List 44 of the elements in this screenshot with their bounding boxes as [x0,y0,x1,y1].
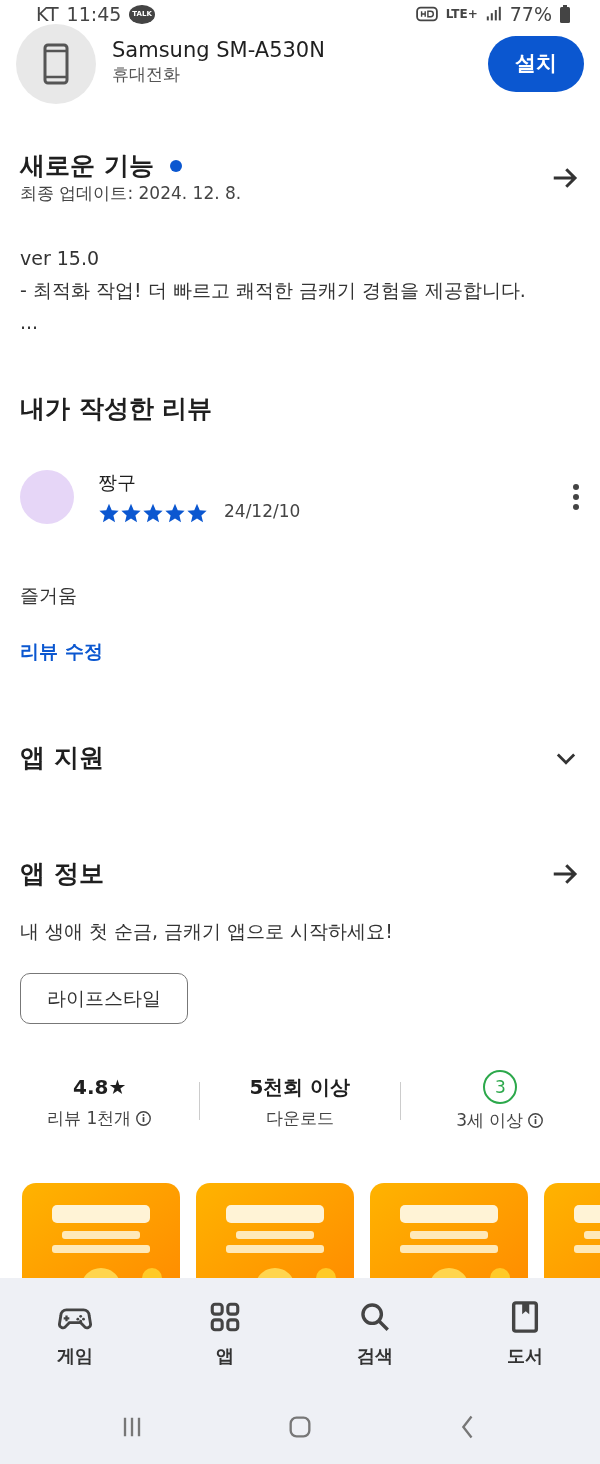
section-title: 앱 정보 [20,859,104,889]
section-title: 앱 지원 [20,743,104,773]
phone-icon [43,42,69,85]
new-indicator-dot [169,159,182,172]
nav-tab[interactable]: 앱 [165,1298,285,1370]
section-title: 내가 작성한 리뷰 [20,394,214,424]
review-date: 24/12/10 [224,499,301,523]
star-icon [120,502,142,524]
device-name: Samsung SM-A530N [112,39,326,63]
network-label: LTE+ [445,6,478,24]
hd-call-icon [415,5,438,24]
install-button[interactable]: 설치 [488,35,584,92]
stat-label: 리뷰 1천개 [47,1106,132,1130]
stat-label: 다운로드 [266,1106,334,1130]
release-note-line: - 최적화 작업! 더 빠르고 쾌적한 금캐기 경험을 제공합니다. [20,278,527,303]
age-rating-badge: 3 [483,1069,518,1104]
star-icon [186,502,208,524]
nav-tab[interactable]: 검색 [315,1298,435,1370]
star-icon [98,502,120,524]
star-icon [164,502,186,524]
stat-value: 5천회 이상 [248,1073,352,1101]
release-note-line: ... [20,310,40,335]
section-title: 새로운 기능 [20,150,154,181]
device-type: 휴대전화 [112,63,181,87]
stat-label: 3세 이상 [456,1108,524,1132]
review-text: 즐거움 [20,582,78,608]
edit-review-link[interactable]: 리뷰 수정 [20,636,103,665]
update-date: 최종 업데이트: 2024. 12. 8. [20,181,243,205]
avatar [20,470,74,525]
reviewer-name: 짱구 [98,470,137,495]
battery-icon [560,5,570,24]
info-icon[interactable] [135,1109,153,1127]
stat-value: 4.8★ [72,1073,128,1101]
star-icon [142,502,164,524]
more-options-icon[interactable] [572,483,580,512]
battery-percent: 77% [509,2,552,27]
clock: 11:45 [66,2,122,27]
release-note-line: ver 15.0 [20,246,101,271]
info-icon[interactable] [527,1111,545,1129]
carrier-label: KT [36,2,59,27]
nav-tab[interactable]: 게임 [15,1298,135,1370]
app-description: 내 생애 첫 순금, 금캐기 앱으로 시작하세요! [20,919,394,944]
nav-tab[interactable]: 도서 [465,1298,585,1370]
category-chip[interactable]: 라이프스타일 [20,973,188,1024]
